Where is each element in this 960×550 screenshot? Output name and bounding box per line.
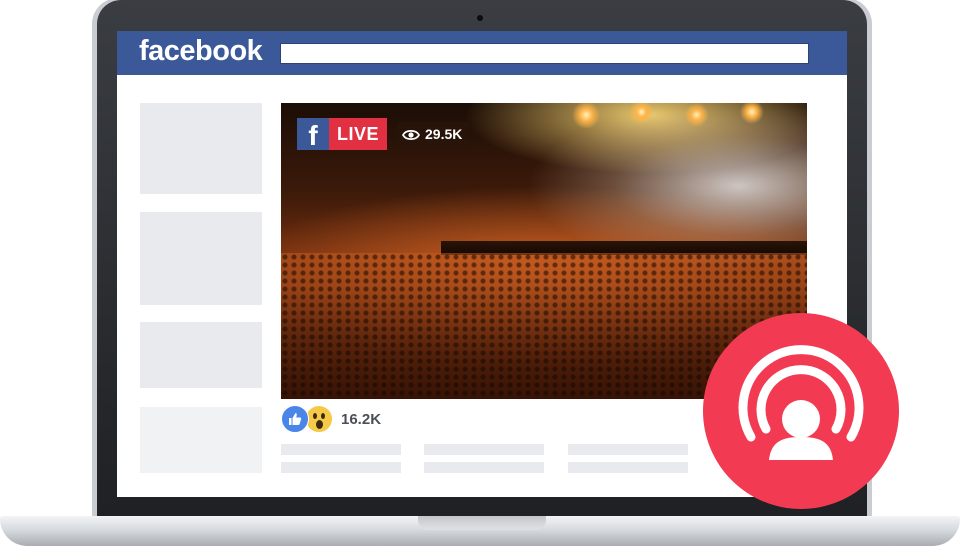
- content-placeholder: [281, 444, 401, 455]
- like-icon[interactable]: [281, 405, 309, 433]
- sidebar-placeholder: [140, 407, 262, 473]
- view-counter: 29.5K: [397, 122, 470, 147]
- view-count: 29.5K: [425, 126, 463, 142]
- sidebar-placeholder: [140, 322, 262, 388]
- wow-icon[interactable]: [305, 405, 333, 433]
- laptop-mockup: facebook f LIVE 29.5K 16.2K: [0, 0, 960, 550]
- content-placeholder: [281, 462, 401, 473]
- stage-lights: [531, 103, 807, 133]
- laptop-notch: [418, 516, 546, 530]
- live-indicator: f LIVE: [297, 118, 388, 151]
- eye-icon: [402, 129, 420, 140]
- content-placeholder: [568, 462, 688, 473]
- content-placeholder: [424, 462, 544, 473]
- reaction-count: 16.2K: [341, 410, 382, 428]
- facebook-f-icon: f: [297, 118, 329, 151]
- facebook-logo[interactable]: facebook: [139, 35, 263, 68]
- live-broadcast-badge[interactable]: [703, 313, 899, 509]
- content-placeholder: [568, 444, 688, 455]
- sidebar-placeholder: [140, 212, 262, 305]
- live-broadcast-person-icon: [738, 345, 864, 460]
- webcam: [477, 15, 483, 21]
- reactions-bar[interactable]: 16.2K: [281, 405, 381, 433]
- sidebar-placeholder: [140, 103, 262, 194]
- facebook-header: facebook: [117, 31, 847, 75]
- content-placeholder: [424, 444, 544, 455]
- live-label: LIVE: [329, 118, 388, 150]
- search-input[interactable]: [280, 43, 809, 64]
